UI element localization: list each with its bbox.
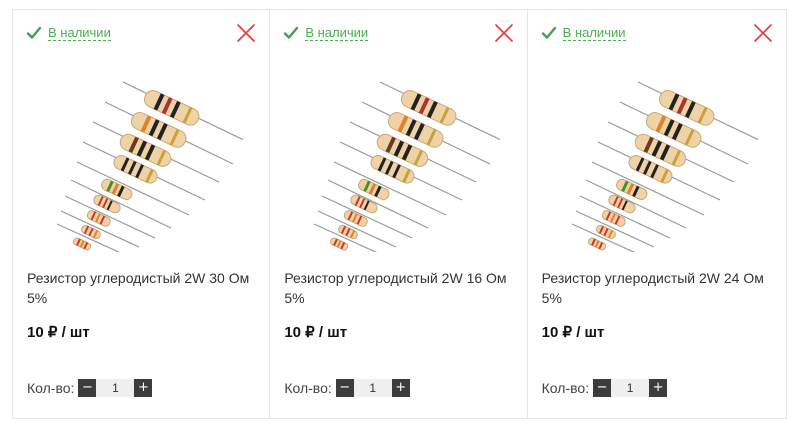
- quantity-label: Кол-во:: [284, 380, 332, 396]
- product-price: 10 ₽ / шт: [284, 324, 348, 341]
- stock-status: В наличии: [541, 25, 626, 41]
- quantity-label: Кол-во:: [541, 380, 590, 396]
- product-grid: В наличии Резистор углеродистый 2W 30 Ом…: [12, 9, 787, 419]
- check-icon: [26, 26, 42, 39]
- quantity-stepper: Кол-во: − +: [284, 379, 410, 397]
- increase-button[interactable]: +: [391, 379, 410, 397]
- product-price: 10 ₽ / шт: [27, 324, 90, 341]
- stock-label[interactable]: В наличии: [562, 25, 626, 41]
- close-icon[interactable]: [237, 24, 256, 42]
- quantity-stepper: Кол-во: − +: [27, 379, 153, 397]
- close-icon[interactable]: [754, 24, 772, 42]
- quantity-input[interactable]: [611, 379, 650, 397]
- close-icon[interactable]: [494, 24, 513, 42]
- product-card: В наличии Резистор углеродистый 2W 30 Ом…: [13, 10, 271, 418]
- product-image[interactable]: [43, 62, 243, 252]
- product-image[interactable]: [558, 62, 758, 252]
- decrease-button[interactable]: −: [78, 379, 97, 397]
- product-price: 10 ₽ / шт: [541, 324, 605, 341]
- increase-button[interactable]: +: [649, 379, 668, 397]
- decrease-button[interactable]: −: [593, 379, 612, 397]
- product-title[interactable]: Резистор углеродистый 2W 30 Ом 5%: [27, 268, 262, 308]
- stock-status: В наличии: [26, 25, 111, 41]
- product-image[interactable]: [300, 62, 501, 252]
- product-card: В наличии Резистор углеродистый 2W 16 Ом…: [270, 10, 528, 418]
- increase-button[interactable]: +: [134, 379, 153, 397]
- quantity-label: Кол-во:: [27, 380, 75, 396]
- product-title[interactable]: Резистор углеродистый 2W 16 Ом 5%: [284, 268, 519, 308]
- product-title[interactable]: Резистор углеродистый 2W 24 Ом 5%: [542, 268, 777, 308]
- product-card: В наличии Резистор углеродистый 2W 24 Ом…: [527, 10, 786, 418]
- quantity-input[interactable]: [96, 379, 135, 397]
- stock-status: В наличии: [283, 25, 369, 41]
- quantity-input[interactable]: [353, 379, 392, 397]
- quantity-stepper: Кол-во: − +: [541, 379, 668, 397]
- check-icon: [284, 26, 299, 39]
- stock-label[interactable]: В наличии: [48, 25, 111, 41]
- stock-label[interactable]: В наличии: [305, 25, 369, 41]
- decrease-button[interactable]: −: [335, 379, 354, 397]
- check-icon: [541, 26, 556, 39]
